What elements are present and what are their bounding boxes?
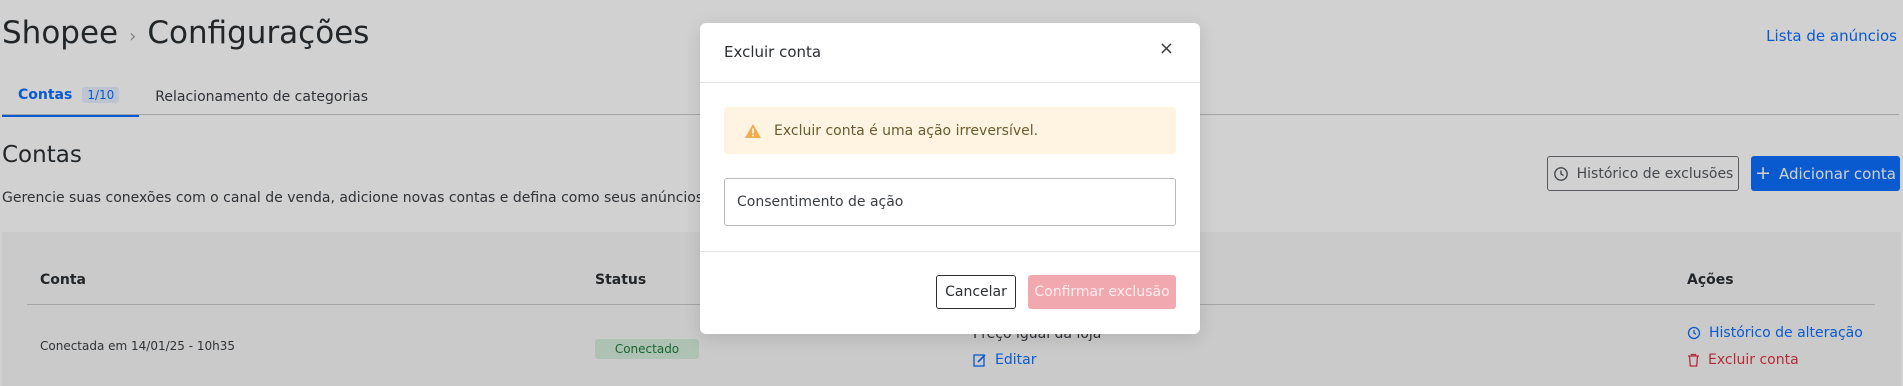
modal-title: Excluir conta — [724, 43, 822, 61]
warning-alert: Excluir conta é uma ação irreversível. — [724, 107, 1176, 154]
modal-header-divider — [700, 82, 1200, 83]
consent-input[interactable] — [724, 178, 1176, 226]
delete-account-modal: Excluir conta × Excluir conta é uma ação… — [700, 23, 1200, 334]
warning-icon — [744, 123, 762, 139]
close-icon[interactable]: × — [1159, 40, 1174, 58]
confirm-delete-button[interactable]: Confirmar exclusão — [1028, 275, 1176, 309]
modal-footer-divider — [700, 251, 1200, 252]
cancel-button[interactable]: Cancelar — [936, 275, 1016, 309]
page: Shopee › Configurações Lista de anúncios… — [0, 0, 1903, 386]
warning-text: Excluir conta é uma ação irreversível. — [774, 122, 1039, 139]
